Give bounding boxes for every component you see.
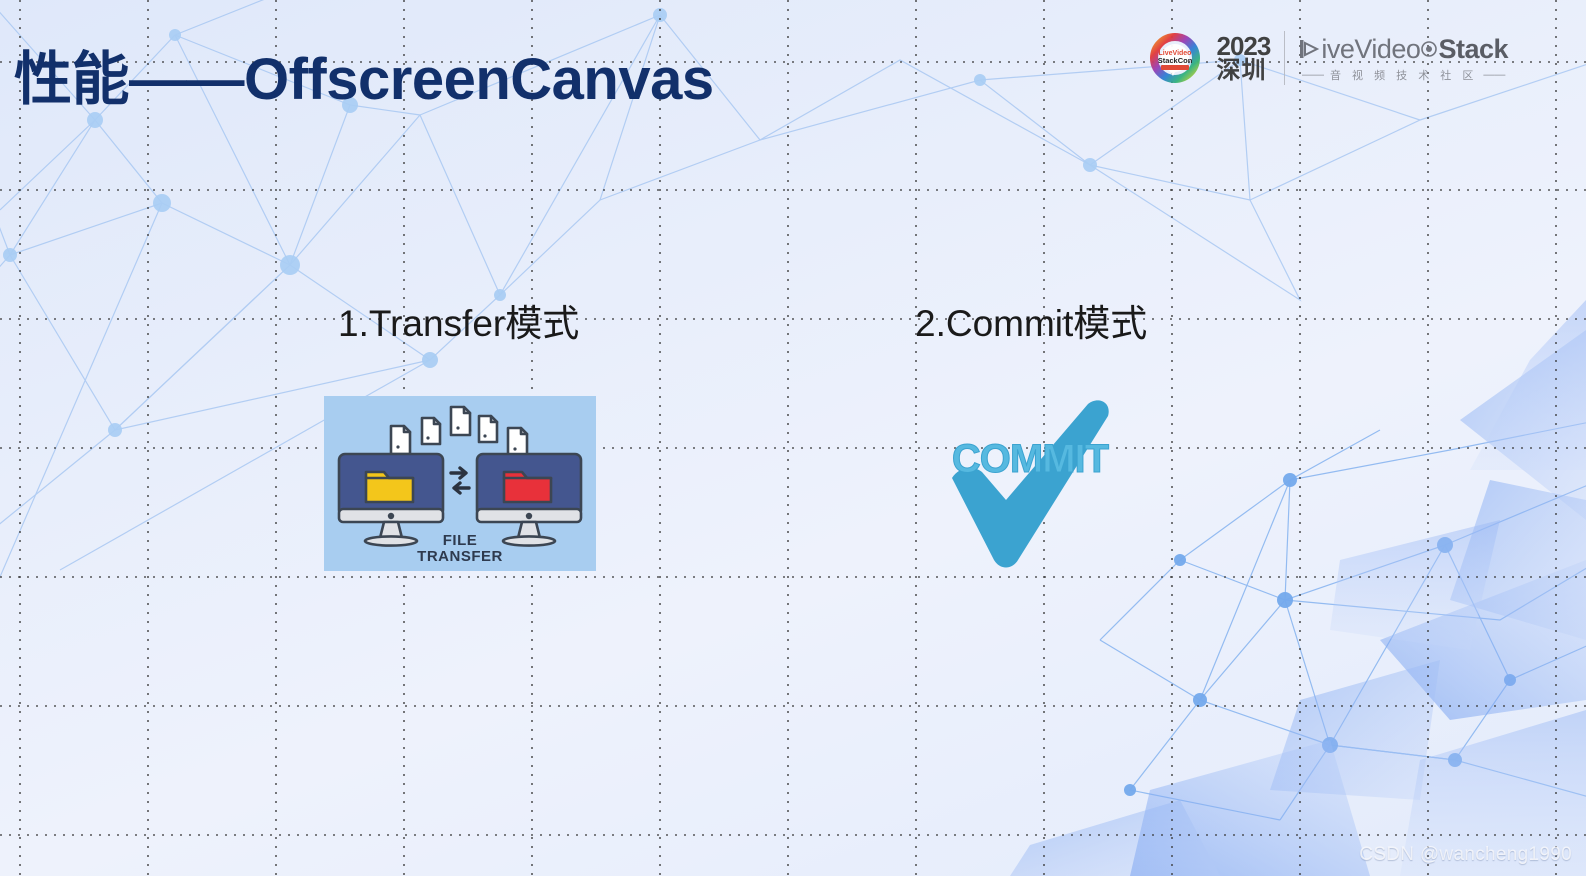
background-dotted-grid <box>0 0 1586 876</box>
play-mark-icon <box>1300 40 1320 58</box>
brand-tagline-text: 音 视 频 技 术 社 区 <box>1330 69 1478 82</box>
background-polygon-shapes <box>1010 300 1586 876</box>
page-title: 性能——OffscreenCanvas <box>14 47 714 112</box>
section-transfer-label: 1.Transfer模式 <box>338 303 580 344</box>
slide-canvas: 性能——OffscreenCanvas LiveVideo StackCon 2… <box>0 0 1586 876</box>
section-commit-label: 2.Commit模式 <box>915 303 1148 344</box>
check-shape <box>952 400 1109 568</box>
conference-logo-strip: LiveVideo StackCon 2023 深圳 ive Video Sta… <box>1147 30 1508 86</box>
livevideostack-brand: ive Video Stack —— 音 视 频 技 术 社 区 —— <box>1299 34 1508 83</box>
conference-year-city: 2023 深圳 <box>1216 30 1272 84</box>
file-transfer-illustration: FILE TRANSFER <box>324 396 596 571</box>
brand-video-text: Video <box>1354 33 1421 64</box>
brand-live-text: ive <box>1321 33 1355 64</box>
file-transfer-caption-line2: TRANSFER <box>417 547 503 565</box>
tagline-dash-left: —— <box>1302 68 1324 81</box>
record-dot-icon <box>1421 41 1438 57</box>
svg-text:StackCon: StackCon <box>1157 56 1192 65</box>
csdn-watermark: CSDN @wancheng1990 <box>1359 844 1572 865</box>
tagline-dash-right: —— <box>1483 68 1506 81</box>
commit-checkmark-illustration: COMMIT <box>940 392 1120 572</box>
logo-year-text: 2023 <box>1216 30 1272 61</box>
commit-word: COMMIT <box>952 437 1109 481</box>
section-commit: 2.Commit模式 <box>915 293 1147 347</box>
brand-stack-text: Stack <box>1438 33 1508 64</box>
background-network-mesh <box>0 0 1586 821</box>
livevideostackcon-ring-icon: LiveVideo StackCon <box>1147 30 1203 86</box>
file-transfer-caption-line1: FILE <box>442 531 478 549</box>
section-transfer: 1.Transfer模式 <box>338 293 579 347</box>
logo-city-text: 深圳 <box>1216 56 1267 84</box>
file-transfer-caption: FILE TRANSFER <box>324 531 596 565</box>
logo-divider <box>1284 31 1286 85</box>
